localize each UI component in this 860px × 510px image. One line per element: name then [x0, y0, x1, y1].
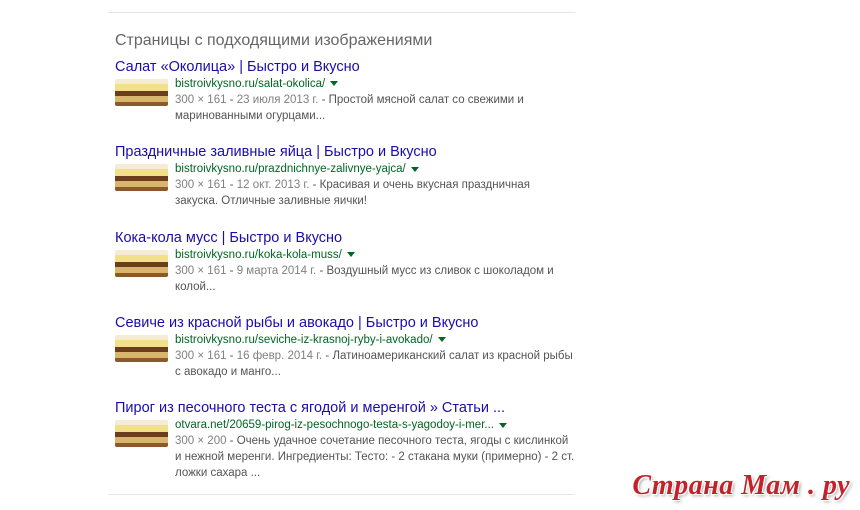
result-url[interactable]: bistroivkysno.ru/seviche-iz-krasnoj-ryby… [175, 334, 433, 346]
cake-thumbnail-icon[interactable] [115, 79, 168, 106]
image-dimensions: 300 × 161 [175, 349, 227, 362]
caret-down-icon[interactable] [410, 166, 419, 172]
cake-thumbnail-icon[interactable] [115, 334, 168, 362]
result-body: otvara.net/20659-pirog-iz-pesochnogo-tes… [115, 418, 575, 481]
snippet-text: Очень удачное сочетание песочного теста,… [175, 435, 575, 480]
section-heading: Страницы с подходящими изображениями [115, 32, 433, 49]
result-snippet: 300 × 161 - 16 февр. 2014 г. - Латиноаме… [175, 349, 573, 378]
result-date: 12 окт. 2013 г. [236, 179, 310, 192]
cake-thumbnail-icon[interactable] [115, 164, 168, 192]
result-title-link[interactable]: Севиче из красной рыбы и авокадо | Быстр… [115, 314, 575, 332]
caret-down-icon[interactable] [437, 337, 446, 343]
result-item: Пирог из песочного теста с ягодой и мере… [115, 399, 575, 484]
result-text: bistroivkysno.ru/seviche-iz-krasnoj-ryby… [175, 333, 575, 380]
result-title-link[interactable]: Кока-кола мусс | Быстро и Вкусно [115, 229, 575, 247]
caret-down-icon[interactable] [346, 252, 355, 258]
caret-down-icon[interactable] [330, 81, 339, 87]
result-body: bistroivkysno.ru/prazdnichnye-zalivnye-y… [115, 162, 575, 209]
result-item: Праздничные заливные яйца | Быстро и Вку… [115, 143, 575, 228]
result-item: Салат «Околица» | Быстро и Вкусно bistro… [115, 58, 575, 143]
result-text: bistroivkysno.ru/prazdnichnye-zalivnye-y… [175, 162, 575, 209]
result-url[interactable]: otvara.net/20659-pirog-iz-pesochnogo-tes… [175, 419, 494, 431]
result-url[interactable]: bistroivkysno.ru/koka-kola-muss/ [175, 249, 342, 261]
cake-thumbnail-icon[interactable] [115, 420, 168, 448]
snippet-text: Простой мясной салат со свежими и марино… [175, 94, 524, 122]
image-dimensions: 300 × 161 [175, 264, 227, 277]
result-url-line: bistroivkysno.ru/salat-okolica/ [175, 77, 575, 91]
snippet-text: Латиноамериканский салат из красной рыбы… [175, 349, 573, 378]
result-date: 9 марта 2014 г. [236, 264, 317, 277]
results-list: Салат «Околица» | Быстро и Вкусно bistro… [115, 58, 575, 484]
result-body: bistroivkysno.ru/seviche-iz-krasnoj-ryby… [115, 333, 575, 380]
result-url[interactable]: bistroivkysno.ru/prazdnichnye-zalivnye-y… [175, 163, 406, 175]
result-title-link[interactable]: Праздничные заливные яйца | Быстро и Вку… [115, 143, 575, 161]
result-snippet: 300 × 200 - Очень удачное сочетание песо… [175, 435, 575, 480]
image-dimensions: 300 × 200 [175, 435, 227, 448]
snippet-text: Красивая и очень вкусная праздничная зак… [175, 179, 530, 208]
result-item: Кока-кола мусс | Быстро и Вкусно bistroi… [115, 229, 575, 314]
result-url[interactable]: bistroivkysno.ru/salat-okolica/ [175, 78, 325, 90]
result-body: bistroivkysno.ru/salat-okolica/ 300 × 16… [115, 77, 575, 124]
result-text: bistroivkysno.ru/salat-okolica/ 300 × 16… [175, 77, 575, 124]
result-text: otvara.net/20659-pirog-iz-pesochnogo-tes… [175, 418, 575, 481]
image-dimensions: 300 × 161 [175, 179, 227, 192]
result-date: 23 июля 2013 г. [236, 94, 319, 106]
result-item: Севиче из красной рыбы и авокадо | Быстр… [115, 314, 575, 399]
result-snippet: 300 × 161 - 9 марта 2014 г. - Воздушный … [175, 264, 554, 293]
bottom-divider [108, 494, 575, 495]
result-url-line: otvara.net/20659-pirog-iz-pesochnogo-tes… [175, 418, 575, 432]
result-title-link[interactable]: Салат «Околица» | Быстро и Вкусно [115, 58, 575, 76]
result-body: bistroivkysno.ru/koka-kola-muss/ 300 × 1… [115, 248, 575, 295]
result-date: 16 февр. 2014 г. [236, 349, 323, 362]
result-snippet: 300 × 161 - 12 окт. 2013 г. - Красивая и… [175, 179, 530, 208]
result-url-line: bistroivkysno.ru/koka-kola-muss/ [175, 248, 575, 262]
top-divider [108, 12, 575, 13]
cake-thumbnail-icon[interactable] [115, 249, 168, 277]
result-title-link[interactable]: Пирог из песочного теста с ягодой и мере… [115, 399, 575, 417]
result-url-line: bistroivkysno.ru/prazdnichnye-zalivnye-y… [175, 162, 575, 176]
image-dimensions: 300 × 161 [175, 94, 227, 106]
result-url-line: bistroivkysno.ru/seviche-iz-krasnoj-ryby… [175, 333, 575, 347]
result-text: bistroivkysno.ru/koka-kola-muss/ 300 × 1… [175, 248, 575, 295]
snippet-text: Воздушный мусс из сливок с шоколадом и к… [175, 264, 554, 293]
site-watermark: Страна Мам . ру [632, 470, 850, 501]
result-snippet: 300 × 161 - 23 июля 2013 г. - Простой мя… [175, 94, 524, 122]
caret-down-icon[interactable] [498, 422, 507, 428]
